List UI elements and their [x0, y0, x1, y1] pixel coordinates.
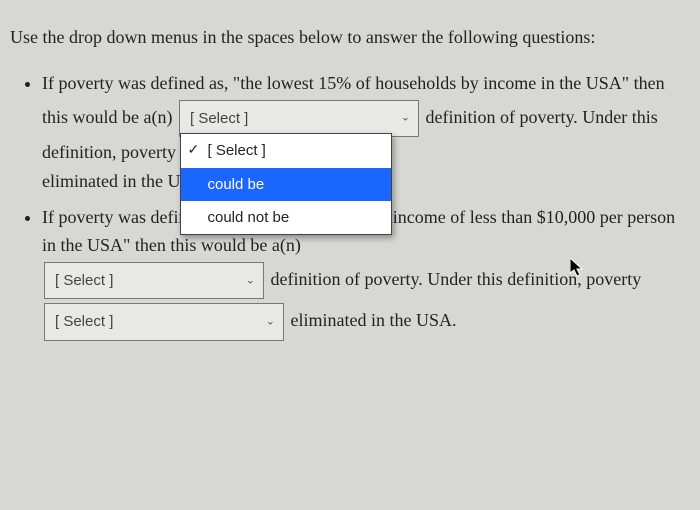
select-placeholder: [ Select ]: [55, 313, 113, 330]
chevron-down-icon: ⌄: [266, 313, 275, 330]
dropdown-option-placeholder[interactable]: ✓ [ Select ]: [181, 134, 391, 167]
dropdown-option-could-be[interactable]: could be: [181, 168, 391, 201]
check-icon: ✓: [187, 139, 199, 161]
q2-text-after-select1: definition of poverty. Under this defini…: [271, 269, 642, 289]
q1-elimination-select-wrap: ✓ [ Select ] could be could not be: [180, 139, 390, 168]
dropdown-option-label: [ Select ]: [207, 142, 265, 159]
dropdown-option-label: could be: [207, 176, 264, 193]
question-page: Use the drop down menus in the spaces be…: [0, 0, 700, 361]
dropdown-option-label: could not be: [207, 209, 289, 226]
dropdown-option-could-not-be[interactable]: could not be: [181, 201, 391, 234]
chevron-down-icon: ⌄: [246, 272, 255, 289]
select-placeholder: [ Select ]: [55, 272, 113, 289]
q2-definition-select[interactable]: [ Select ] ⌄: [44, 262, 264, 299]
q2-text-after-select2: eliminated in the USA.: [291, 310, 457, 330]
chevron-down-icon: ⌄: [401, 110, 410, 127]
question-list: If poverty was defined as, "the lowest 1…: [10, 70, 690, 343]
q2-elimination-select[interactable]: [ Select ] ⌄: [44, 303, 284, 340]
instructions-text: Use the drop down menus in the spaces be…: [10, 24, 690, 52]
question-1: If poverty was defined as, "the lowest 1…: [42, 70, 690, 196]
select-placeholder: [ Select ]: [190, 110, 248, 127]
q1-elimination-dropdown[interactable]: ✓ [ Select ] could be could not be: [180, 133, 392, 235]
q1-definition-select[interactable]: [ Select ] ⌄: [179, 100, 419, 137]
